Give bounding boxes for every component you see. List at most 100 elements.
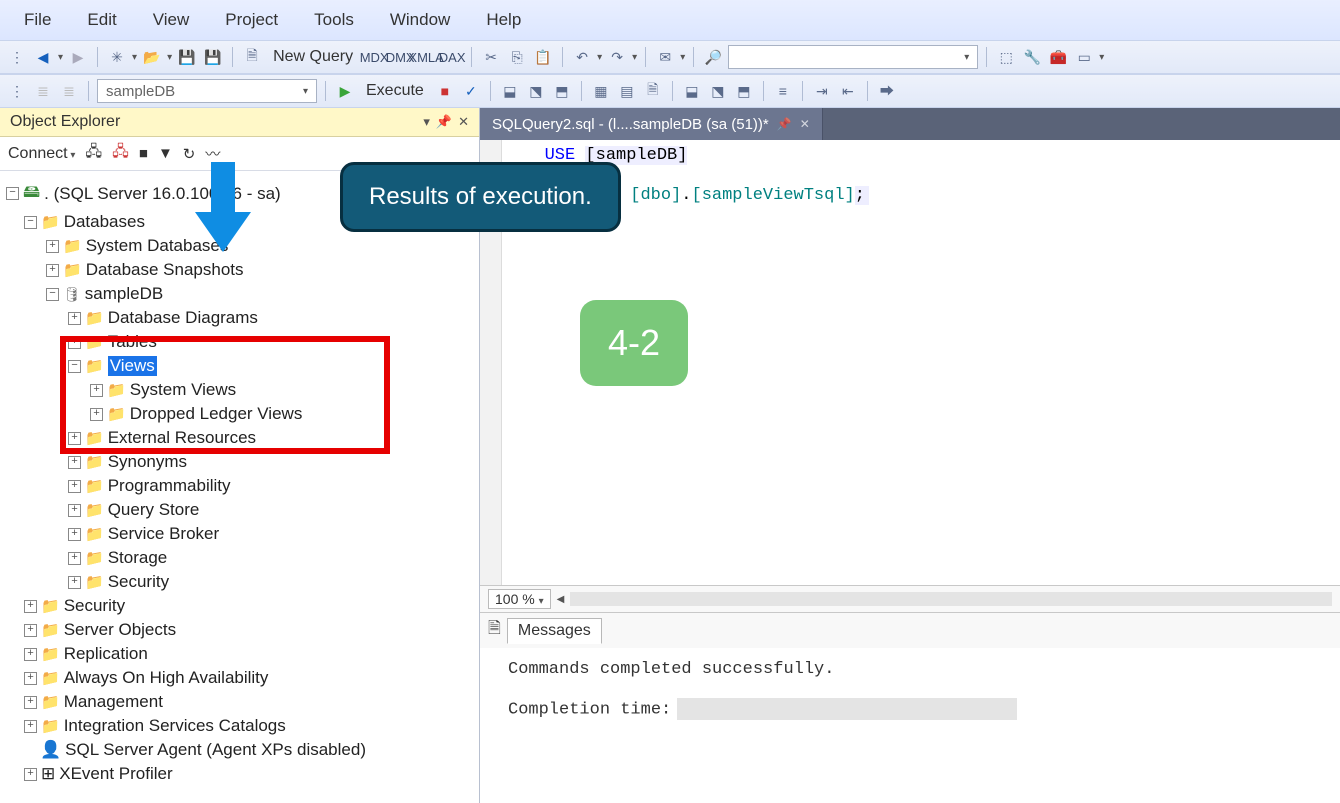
indent-icon[interactable]: ⇥: [811, 80, 833, 102]
menu-project[interactable]: Project: [207, 4, 296, 36]
expand-icon[interactable]: +: [24, 768, 37, 781]
toolbox-icon[interactable]: 🧰: [1047, 46, 1069, 68]
parse-icon[interactable]: ✓: [460, 80, 482, 102]
disconnect-icon[interactable]: 🖧: [112, 141, 129, 166]
new-project-icon[interactable]: ✳: [106, 46, 128, 68]
messages-panel[interactable]: Commands completed successfully. Complet…: [480, 648, 1340, 803]
expand-icon[interactable]: +: [90, 384, 103, 397]
menu-help[interactable]: Help: [468, 4, 539, 36]
expand-icon[interactable]: +: [46, 264, 59, 277]
expand-icon[interactable]: +: [68, 528, 81, 541]
sql-icon[interactable]: ≡: [772, 80, 794, 102]
expand-icon[interactable]: +: [90, 408, 103, 421]
horizontal-scrollbar[interactable]: [570, 592, 1332, 606]
wrench-icon[interactable]: 🔧: [1021, 46, 1043, 68]
menu-view[interactable]: View: [135, 4, 208, 36]
actual-plan-icon[interactable]: ⬓: [681, 80, 703, 102]
menu-edit[interactable]: Edit: [69, 4, 134, 36]
mdx-icon[interactable]: MDX: [363, 46, 385, 68]
tree-droppedledger[interactable]: Dropped Ledger Views: [130, 404, 303, 424]
comment-icon[interactable]: ≣: [32, 80, 54, 102]
save-icon[interactable]: 💾: [176, 46, 198, 68]
find-icon[interactable]: 🔎: [702, 46, 724, 68]
database-combo[interactable]: sampleDB ▾: [97, 79, 317, 103]
back-button[interactable]: ◀: [32, 46, 54, 68]
expand-icon[interactable]: +: [24, 624, 37, 637]
tree-tables[interactable]: Tables: [108, 332, 157, 352]
startpage-icon[interactable]: ⬚: [995, 46, 1017, 68]
close-icon[interactable]: ✕: [458, 114, 469, 130]
redo-icon[interactable]: ↷: [606, 46, 628, 68]
save-all-icon[interactable]: 💾: [202, 46, 224, 68]
collapse-icon[interactable]: −: [6, 187, 19, 200]
close-tab-icon[interactable]: ✕: [800, 117, 810, 131]
scroll-left-icon[interactable]: ◀: [557, 594, 565, 605]
connect-button[interactable]: Connect ▾: [8, 145, 75, 163]
plan2-icon[interactable]: ⬔: [525, 80, 547, 102]
expand-icon[interactable]: +: [24, 696, 37, 709]
client-stats-icon[interactable]: ⬒: [733, 80, 755, 102]
expand-icon[interactable]: +: [68, 336, 81, 349]
tree-alwayson[interactable]: Always On High Availability: [64, 668, 269, 688]
stop-icon-2[interactable]: ■: [139, 145, 148, 162]
tree-dbsnap[interactable]: Database Snapshots: [86, 260, 244, 280]
expand-icon[interactable]: +: [68, 432, 81, 445]
filter-icon[interactable]: ▼: [158, 145, 173, 162]
results-text-icon[interactable]: ▤: [616, 80, 638, 102]
expand-icon[interactable]: +: [68, 552, 81, 565]
messages-tab[interactable]: Messages: [507, 618, 602, 644]
expand-icon[interactable]: +: [24, 600, 37, 613]
menu-file[interactable]: File: [6, 4, 69, 36]
expand-icon[interactable]: +: [46, 240, 59, 253]
tree-storage[interactable]: Storage: [108, 548, 168, 568]
tree-ssis[interactable]: Integration Services Catalogs: [64, 716, 286, 736]
window-icon[interactable]: ▭: [1073, 46, 1095, 68]
tree-synonyms[interactable]: Synonyms: [108, 452, 187, 472]
mail-icon[interactable]: ✉: [654, 46, 676, 68]
collapse-icon[interactable]: −: [68, 360, 81, 373]
tree-security[interactable]: Security: [64, 596, 125, 616]
expand-icon[interactable]: +: [68, 312, 81, 325]
tree-servicebroker[interactable]: Service Broker: [108, 524, 219, 544]
collapse-icon[interactable]: −: [24, 216, 37, 229]
forward-button[interactable]: ▶: [67, 46, 89, 68]
zoom-combo[interactable]: 100 % ▾: [488, 589, 551, 609]
expand-icon[interactable]: +: [24, 648, 37, 661]
execute-button[interactable]: Execute: [360, 80, 430, 102]
tree-querystore[interactable]: Query Store: [108, 500, 200, 520]
expand-icon[interactable]: +: [68, 480, 81, 493]
tree[interactable]: − 🖴 . (SQL Server 16.0.1000.6 - sa) − 📁 …: [0, 171, 479, 803]
tree-sysviews[interactable]: System Views: [130, 380, 236, 400]
pin-icon[interactable]: 📌: [436, 114, 452, 130]
activity-icon[interactable]: 〰: [205, 143, 220, 164]
plan-icon[interactable]: ⬓: [499, 80, 521, 102]
new-query-button[interactable]: New Query: [267, 46, 359, 68]
help-icon[interactable]: ⮕: [876, 80, 898, 102]
dax-icon[interactable]: DAX: [441, 46, 463, 68]
open-icon[interactable]: 📂: [141, 46, 163, 68]
paste-icon[interactable]: 📋: [532, 46, 554, 68]
tree-replication[interactable]: Replication: [64, 644, 148, 664]
expand-icon[interactable]: +: [24, 672, 37, 685]
editor-tab[interactable]: SQLQuery2.sql - (l....sampleDB (sa (51))…: [480, 108, 823, 140]
tree-programmability[interactable]: Programmability: [108, 476, 231, 496]
execute-play-icon[interactable]: ▶: [334, 80, 356, 102]
expand-icon[interactable]: +: [68, 456, 81, 469]
tree-views[interactable]: Views: [108, 356, 157, 376]
pin-icon[interactable]: 📌: [777, 117, 792, 131]
tree-externalres[interactable]: External Resources: [108, 428, 256, 448]
tree-dbdiagrams[interactable]: Database Diagrams: [108, 308, 258, 328]
outdent-icon[interactable]: ⇤: [837, 80, 859, 102]
tree-sqlagent[interactable]: SQL Server Agent (Agent XPs disabled): [65, 740, 366, 760]
expand-icon[interactable]: +: [24, 720, 37, 733]
xmla-icon[interactable]: XMLA: [415, 46, 437, 68]
tree-security-inner[interactable]: Security: [108, 572, 169, 592]
live-stats-icon[interactable]: ⬔: [707, 80, 729, 102]
copy-icon[interactable]: ⎘: [506, 46, 528, 68]
expand-icon[interactable]: +: [68, 504, 81, 517]
stats-icon[interactable]: ⬒: [551, 80, 573, 102]
stop-icon[interactable]: ■: [434, 80, 456, 102]
tree-serverobjects[interactable]: Server Objects: [64, 620, 176, 640]
refresh-icon[interactable]: ↻: [183, 145, 196, 163]
undo-icon[interactable]: ↶: [571, 46, 593, 68]
